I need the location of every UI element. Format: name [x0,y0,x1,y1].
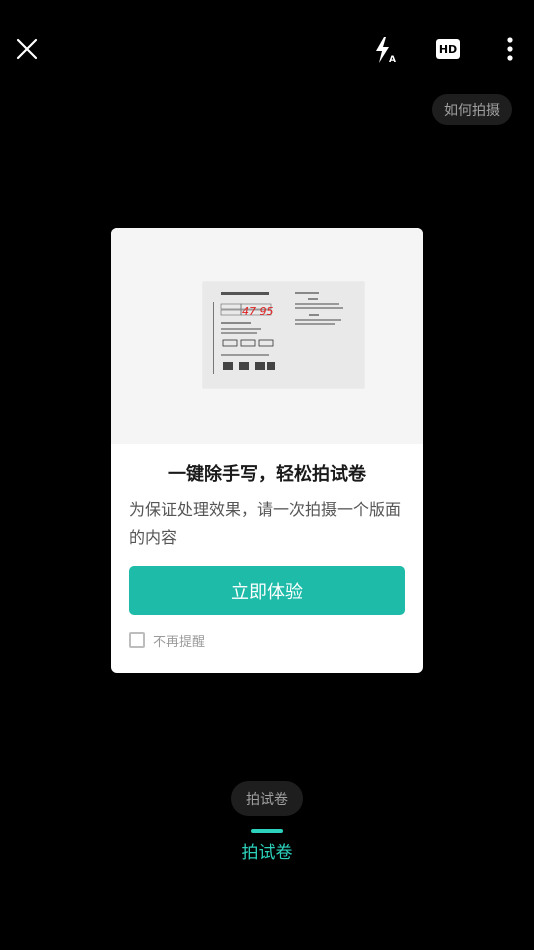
close-button[interactable] [12,34,42,64]
active-mode-indicator [251,829,283,833]
active-mode-label[interactable]: 拍试卷 [0,838,534,863]
dont-remind-toggle[interactable]: 不再提醒 [129,630,205,650]
feature-dialog: 47 95 一键除手写，轻松拍试卷 为保证处理效果，请一次拍摄一个版面的内容 立… [111,228,423,673]
try-now-button[interactable]: 立即体验 [129,566,405,615]
dont-remind-label: 不再提醒 [153,634,206,650]
svg-text:A: A [389,55,396,64]
dont-remind-checkbox[interactable] [129,632,145,648]
close-icon [16,38,38,60]
dialog-description: 为保证处理效果，请一次拍摄一个版面的内容 [129,500,402,547]
how-to-shoot-button[interactable]: 如何拍摄 [432,94,512,125]
top-bar: A HD [0,0,534,100]
hd-button[interactable]: HD [434,36,462,62]
hd-label: HD [438,42,458,56]
flash-button[interactable]: A [370,35,400,65]
mode-pill-shoot-exam[interactable]: 拍试卷 [231,781,303,816]
dialog-title: 一键除手写，轻松拍试卷 [168,464,366,485]
flash-auto-icon: A [376,37,396,64]
svg-text:47 95: 47 95 [242,305,274,318]
dialog-preview: 47 95 [111,228,423,444]
more-button[interactable] [496,34,524,64]
more-vertical-icon [507,37,513,61]
exam-paper-preview-image: 47 95 [203,282,364,388]
active-mode-text: 拍试卷 [241,843,293,863]
